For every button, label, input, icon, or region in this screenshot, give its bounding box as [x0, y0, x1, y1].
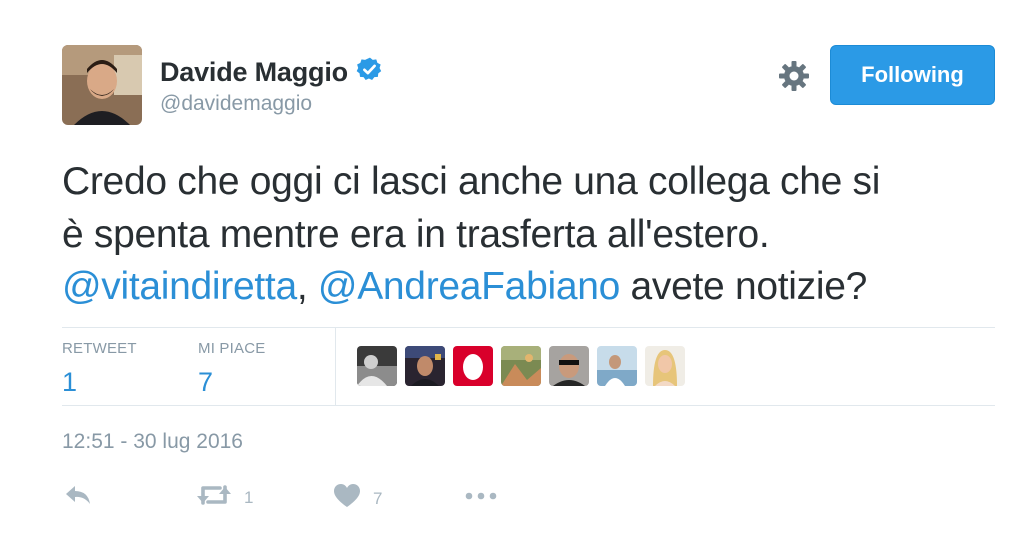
liker-avatar-5[interactable] — [549, 346, 589, 386]
more-button[interactable] — [465, 483, 497, 514]
heart-icon — [333, 483, 361, 514]
tweet-text: Credo che oggi ci lasci anche una colleg… — [62, 156, 1002, 314]
like-button[interactable]: 7 — [333, 483, 382, 514]
tweet-line-3: @vitaindiretta, @AndreaFabiano avete not… — [62, 261, 1002, 314]
reply-icon — [64, 483, 92, 512]
retweet-stat-value: 1 — [62, 367, 78, 397]
liker-avatar-4[interactable] — [501, 346, 541, 386]
timestamp[interactable]: 12:51 - 30 lug 2016 — [62, 430, 243, 454]
tweet-line-2: è spenta mentre era in trasferta all'est… — [62, 212, 770, 256]
user-name-row[interactable]: Davide Maggio — [160, 56, 383, 88]
like-stat[interactable]: MI PIACE 7 — [198, 340, 265, 398]
stats-divider — [335, 328, 336, 405]
retweet-button[interactable]: 1 — [196, 483, 253, 512]
liker-avatar-6[interactable] — [597, 346, 637, 386]
mention-link[interactable]: @AndreaFabiano — [318, 265, 620, 308]
liker-avatar-3[interactable] — [453, 346, 493, 386]
display-name[interactable]: Davide Maggio — [160, 57, 348, 88]
liker-avatars — [357, 346, 685, 386]
avatar[interactable] — [62, 45, 142, 125]
tweet-line-1: Credo che oggi ci lasci anche una colleg… — [62, 160, 881, 203]
divider — [62, 327, 995, 328]
liker-avatar-2[interactable] — [405, 346, 445, 386]
retweet-icon — [196, 483, 232, 512]
liker-avatar-1[interactable] — [357, 346, 397, 386]
tweet-line-3-text: avete notizie? — [620, 265, 868, 308]
like-stat-value: 7 — [198, 367, 214, 397]
mention-separator: , — [296, 265, 318, 308]
liker-avatar-7[interactable] — [645, 346, 685, 386]
user-handle[interactable]: @davidemaggio — [160, 92, 312, 116]
verified-badge-icon — [356, 56, 383, 88]
more-icon — [465, 483, 497, 514]
retweet-count: 1 — [244, 487, 254, 507]
gear-icon[interactable] — [776, 58, 812, 94]
reply-button[interactable] — [64, 483, 92, 512]
retweet-stat[interactable]: RETWEET 1 — [62, 340, 137, 398]
like-count: 7 — [373, 488, 383, 508]
following-button[interactable]: Following — [830, 45, 995, 105]
mention-link[interactable]: @vitaindiretta — [62, 265, 297, 308]
divider — [62, 405, 995, 406]
like-stat-label: MI PIACE — [198, 340, 266, 357]
retweet-stat-label: RETWEET — [62, 340, 137, 357]
